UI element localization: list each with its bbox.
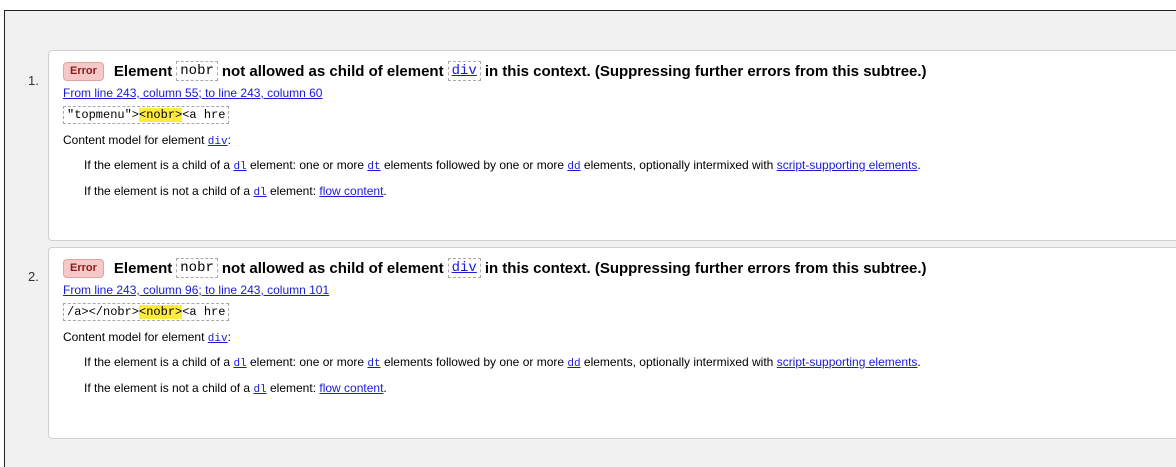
title-text: Element: [113, 62, 173, 80]
content-model-label: Content model for element div:: [63, 330, 231, 345]
content-model-label: Content model for element div:: [63, 133, 231, 148]
rule-text: element:: [270, 381, 317, 395]
element-link[interactable]: dl: [233, 358, 246, 370]
element-link[interactable]: dd: [567, 161, 580, 173]
rule-text: .: [383, 184, 387, 198]
error-badge: Error: [63, 61, 104, 81]
rule-text: elements, optionally intermixed with: [583, 355, 774, 369]
element-code: nobr: [176, 258, 218, 278]
element-link[interactable]: div: [447, 258, 481, 278]
error-message: Error Element nobr not allowed as child …: [48, 50, 1176, 241]
rule-text: If the element is not a child of a: [84, 381, 251, 395]
error-badge: Error: [63, 258, 104, 278]
flow-content-link[interactable]: flow content: [319, 381, 383, 395]
rule-text: element: one or more: [249, 355, 365, 369]
source-extract: /a></nobr><nobr><a hre: [63, 303, 230, 321]
extract-text: "topmenu">: [67, 108, 140, 122]
title-text: in this context. (Suppressing further er…: [484, 62, 927, 80]
script-supporting-link[interactable]: script-supporting elements: [777, 158, 918, 172]
cm-text: Content model for element: [63, 133, 205, 147]
element-link[interactable]: div: [447, 61, 481, 81]
flow-content-link[interactable]: flow content: [319, 184, 383, 198]
title-text: Element: [113, 259, 173, 277]
element-link[interactable]: dl: [233, 161, 246, 173]
rule-text: element: one or more: [249, 158, 365, 172]
source-extract: "topmenu"><nobr><a hre: [63, 106, 230, 124]
element-link[interactable]: dt: [367, 161, 380, 173]
rule-text: .: [383, 381, 387, 395]
error-message: Error Element nobr not allowed as child …: [48, 247, 1176, 439]
element-link[interactable]: dl: [253, 187, 266, 199]
element-link[interactable]: dl: [253, 384, 266, 396]
rule-text: .: [917, 355, 921, 369]
cm-text: Content model for element: [63, 330, 205, 344]
rule-text: elements followed by one or more: [383, 355, 565, 369]
rule-text: elements, optionally intermixed with: [583, 158, 774, 172]
element-link[interactable]: dt: [367, 358, 380, 370]
rule-text: element:: [270, 184, 317, 198]
element-code: nobr: [176, 61, 218, 81]
extract-text: <a hre: [182, 305, 226, 319]
rule-text: If the element is a child of a: [84, 355, 231, 369]
location-link[interactable]: From line 243, column 55; to line 243, c…: [63, 86, 322, 100]
element-link[interactable]: div: [208, 333, 228, 345]
error-number: 2.: [28, 269, 39, 284]
content-model-rule: If the element is not a child of a dl el…: [84, 381, 387, 396]
error-title: Error Element nobr not allowed as child …: [63, 258, 927, 278]
rule-text: elements followed by one or more: [383, 158, 565, 172]
cm-suffix: :: [227, 133, 231, 147]
extract-text: /a></nobr>: [67, 305, 140, 319]
title-text: not allowed as child of element: [221, 259, 444, 277]
title-text: in this context. (Suppressing further er…: [484, 259, 927, 277]
element-link[interactable]: dd: [567, 358, 580, 370]
extract-text: <a hre: [182, 108, 226, 122]
results-panel: 1. Error Element nobr not allowed as chi…: [4, 10, 1176, 467]
location-link[interactable]: From line 243, column 96; to line 243, c…: [63, 283, 329, 297]
rule-text: If the element is a child of a: [84, 158, 231, 172]
content-model-rule: If the element is a child of a dl elemen…: [84, 355, 921, 370]
error-number: 1.: [28, 73, 39, 88]
extract-highlight: <nobr>: [139, 108, 183, 122]
rule-text: .: [917, 158, 921, 172]
script-supporting-link[interactable]: script-supporting elements: [777, 355, 918, 369]
error-title: Error Element nobr not allowed as child …: [63, 61, 927, 81]
cm-suffix: :: [227, 330, 231, 344]
title-text: not allowed as child of element: [221, 62, 444, 80]
content-model-rule: If the element is a child of a dl elemen…: [84, 158, 921, 173]
extract-highlight: <nobr>: [139, 305, 183, 319]
content-model-rule: If the element is not a child of a dl el…: [84, 184, 387, 199]
element-link[interactable]: div: [208, 136, 228, 148]
rule-text: If the element is not a child of a: [84, 184, 251, 198]
